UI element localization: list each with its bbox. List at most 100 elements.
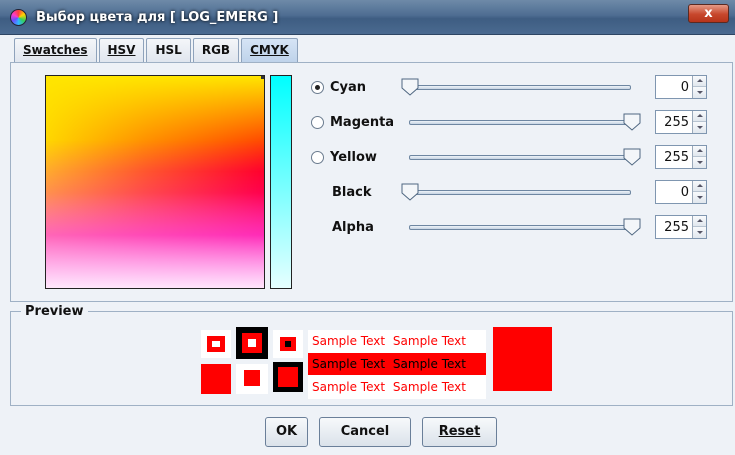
swatch-white-center <box>248 339 256 347</box>
color-channel-bar[interactable] <box>270 75 292 289</box>
slider-track[interactable] <box>409 120 631 125</box>
radio-yellow[interactable] <box>311 151 324 164</box>
slider-thumb[interactable] <box>623 148 641 166</box>
sample-row-black-on-red: Sample Text Sample Text <box>308 353 486 375</box>
tab-label: Swatches <box>23 43 88 57</box>
slider-row-black: Black 0 <box>309 180 709 206</box>
preview-label: Preview <box>21 304 88 319</box>
sample-text-area: Sample Text Sample Text Sample Text Samp… <box>308 330 486 399</box>
swatch-white-bg <box>201 330 231 358</box>
value-spinner[interactable]: 255 <box>655 145 707 169</box>
window-title: Выбор цвета для [ LOG_EMERG ] <box>36 10 279 25</box>
swatch-black-center <box>285 341 291 347</box>
spinner-up-icon[interactable] <box>693 146 706 157</box>
sample-text: Sample Text <box>312 334 386 348</box>
slider-label: Alpha <box>332 220 374 235</box>
slider-label: Cyan <box>330 80 367 95</box>
slider-thumb[interactable] <box>401 183 419 201</box>
sample-text: Sample Text <box>312 380 386 394</box>
ok-button[interactable]: OK <box>265 417 308 447</box>
spinner-value: 255 <box>664 115 689 130</box>
spinner-down-icon[interactable] <box>693 122 706 133</box>
reset-label: Reset <box>438 424 481 439</box>
value-spinner[interactable]: 0 <box>655 75 707 99</box>
spinner-value: 255 <box>664 220 689 235</box>
slider-label: Black <box>332 185 372 200</box>
tab-hsl[interactable]: HSL <box>146 38 191 63</box>
swatch-solid-red <box>201 364 231 394</box>
swatch-white-bg <box>236 364 268 394</box>
reset-button[interactable]: Reset <box>422 417 497 447</box>
swatch-red-square <box>207 336 225 352</box>
value-spinner[interactable]: 0 <box>655 180 707 204</box>
swatch-red-square <box>242 333 262 353</box>
value-spinner[interactable]: 255 <box>655 110 707 134</box>
sample-text: Sample Text <box>312 357 386 371</box>
spinner-value: 255 <box>664 150 689 165</box>
value-spinner[interactable]: 255 <box>655 215 707 239</box>
spinner-up-icon[interactable] <box>693 111 706 122</box>
tab-label: HSL <box>155 43 182 57</box>
color-wheel-icon <box>10 9 27 26</box>
swatch-black-frame <box>273 362 303 392</box>
slider-thumb[interactable] <box>623 113 641 131</box>
swatch-white-bg <box>273 330 303 358</box>
ok-label: OK <box>275 424 298 439</box>
spinner-buttons <box>692 111 706 133</box>
slider-thumb[interactable] <box>623 218 641 236</box>
slider-track[interactable] <box>409 190 631 195</box>
sample-row-red-on-white: Sample Text Sample Text <box>308 330 486 352</box>
swatch-black-frame <box>236 327 268 359</box>
color-chooser-window: Выбор цвета для [ LOG_EMERG ] x Swatches… <box>0 0 735 455</box>
spinner-up-icon[interactable] <box>693 76 706 87</box>
slider-row-yellow: Yellow 255 <box>309 145 709 171</box>
tab-label: HSV <box>107 43 136 57</box>
preview-panel: Preview Sample Text Sample Text Sample T… <box>10 304 733 406</box>
sample-text: Sample Text <box>392 357 466 371</box>
spinner-buttons <box>692 181 706 203</box>
spinner-buttons <box>692 146 706 168</box>
close-button[interactable]: x <box>688 4 729 23</box>
spinner-up-icon[interactable] <box>693 181 706 192</box>
tab-hsv[interactable]: HSV <box>98 38 145 63</box>
tab-rgb[interactable]: RGB <box>192 38 240 63</box>
spinner-value: 0 <box>680 80 689 95</box>
color-picker-marker[interactable] <box>261 76 264 79</box>
spinner-buttons <box>692 216 706 238</box>
tab-cmyk[interactable]: CMYK <box>241 38 298 63</box>
slider-track[interactable] <box>409 85 631 90</box>
color-square-overlay <box>46 76 264 288</box>
sample-row-red-on-white: Sample Text Sample Text <box>308 376 486 398</box>
spinner-down-icon[interactable] <box>693 227 706 238</box>
spinner-up-icon[interactable] <box>693 216 706 227</box>
slider-track[interactable] <box>409 225 631 230</box>
tab-label: RGB <box>201 43 231 57</box>
swatch-white-center <box>212 341 220 347</box>
swatch-red-square <box>280 337 296 351</box>
spinner-buttons <box>692 76 706 98</box>
slider-row-magenta: Magenta 255 <box>309 110 709 136</box>
spinner-down-icon[interactable] <box>693 157 706 168</box>
swatch-red-square <box>244 370 260 386</box>
radio-cyan[interactable] <box>311 81 324 94</box>
cancel-label: Cancel <box>340 424 390 439</box>
tab-strip: Swatches HSV HSL RGB CMYK <box>14 38 298 63</box>
spinner-down-icon[interactable] <box>693 192 706 203</box>
slider-thumb[interactable] <box>401 78 419 96</box>
slider-label: Yellow <box>330 150 377 165</box>
title-bar[interactable]: Выбор цвета для [ LOG_EMERG ] x <box>0 0 735 35</box>
cmyk-panel: Cyan 0 Magenta 255 Yellow 255 Black 0 Alpha 255 <box>10 62 733 302</box>
spinner-value: 0 <box>680 185 689 200</box>
tab-swatches[interactable]: Swatches <box>14 38 97 63</box>
slider-track[interactable] <box>409 155 631 160</box>
tab-label: CMYK <box>250 43 289 57</box>
dialog-content: Swatches HSV HSL RGB CMYK Cyan 0 Magenta 25… <box>0 35 735 455</box>
sample-text: Sample Text <box>392 334 466 348</box>
cancel-button[interactable]: Cancel <box>319 417 411 447</box>
slider-row-cyan: Cyan 0 <box>309 75 709 101</box>
spinner-down-icon[interactable] <box>693 87 706 98</box>
color-square[interactable] <box>45 75 265 289</box>
sample-text: Sample Text <box>392 380 466 394</box>
radio-magenta[interactable] <box>311 116 324 129</box>
swatch-red-square <box>278 367 298 387</box>
